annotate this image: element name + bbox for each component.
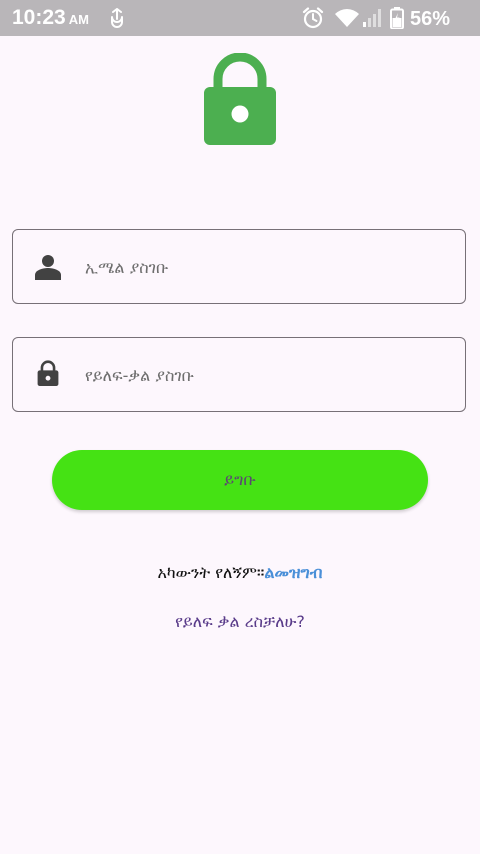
lock-logo-icon	[204, 53, 276, 145]
status-bar: 10:23 AM 56%	[0, 0, 480, 36]
signal-icon	[363, 9, 381, 27]
status-ampm: AM	[68, 12, 89, 27]
status-time-value: 10:23	[12, 6, 66, 29]
email-input[interactable]	[83, 230, 457, 304]
password-field[interactable]	[12, 337, 466, 412]
email-field[interactable]	[12, 229, 466, 304]
battery-icon	[390, 7, 404, 29]
wifi-icon	[335, 9, 359, 27]
signup-link[interactable]: ልመዝግብ	[264, 563, 322, 582]
person-icon	[35, 255, 61, 280]
signup-prompt: አካውንት የለኝም።	[157, 563, 265, 582]
battery-percent: 56%	[409, 8, 450, 30]
signup-line: አካውንት የለኝም።ልመዝግብ	[0, 563, 480, 583]
lock-icon	[37, 360, 59, 386]
login-button[interactable]: ይግቡ	[52, 450, 428, 510]
alarm-icon	[302, 7, 324, 29]
usb-icon	[111, 8, 123, 28]
forgot-password-link[interactable]: የይለፍ ቃል ረስቻለሁ?	[0, 612, 480, 632]
password-input[interactable]	[83, 338, 457, 412]
status-time: 10:23 AM	[12, 5, 89, 33]
